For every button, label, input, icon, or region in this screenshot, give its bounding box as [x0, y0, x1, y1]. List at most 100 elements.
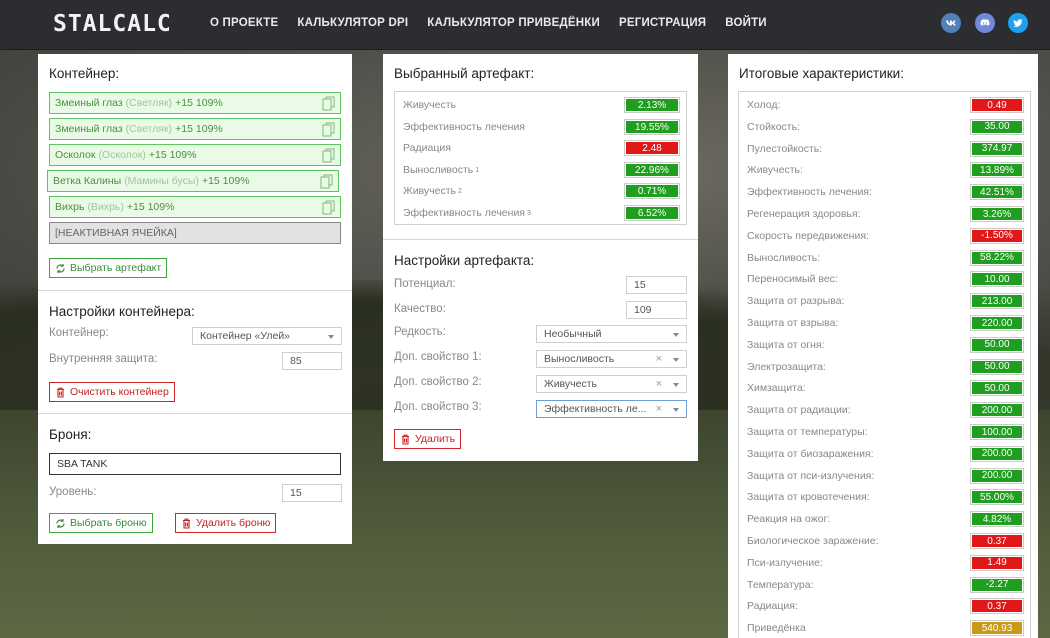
- nav-about[interactable]: О ПРОЕКТЕ: [210, 17, 278, 29]
- stat-value-badge: 6.52%: [624, 205, 680, 221]
- twitter-icon[interactable]: [1008, 13, 1028, 33]
- copy-icon[interactable]: [322, 200, 335, 215]
- nav-register[interactable]: РЕГИСТРАЦИЯ: [619, 17, 706, 29]
- totals-stat-row: Биологическое заражение:: [747, 533, 879, 549]
- stat-value-badge: 58.22%: [970, 249, 1024, 266]
- extra-prop-1-select[interactable]: Выносливость ×: [536, 350, 687, 368]
- stat-label: Защита от огня:: [747, 338, 825, 351]
- stat-value-badge: 200.00: [970, 402, 1024, 419]
- totals-stat-row: Электрозащита:: [747, 359, 826, 375]
- stat-label: Холод:: [747, 99, 781, 111]
- extra-prop-1-label: Доп. свойство 1:: [394, 351, 482, 363]
- armor-title: Броня:: [49, 427, 92, 442]
- container-slot-1[interactable]: Змеиный глаз (Светляк) +15 109%: [49, 92, 341, 114]
- stat-value-badge: -1.50%: [970, 227, 1024, 244]
- discord-icon[interactable]: [975, 13, 995, 33]
- site-logo[interactable]: STALCALC: [53, 11, 172, 37]
- container-slot-2[interactable]: Змеиный глаз (Светляк) +15 109%: [49, 118, 341, 140]
- stat-label: Защита от взрыва:: [747, 317, 839, 329]
- inner-protection-input[interactable]: 85: [282, 352, 342, 370]
- stat-value-badge: 220.00: [970, 315, 1024, 331]
- clear-icon[interactable]: ×: [656, 353, 662, 365]
- totals-stat-row: Переносимый вес:: [747, 271, 838, 287]
- select-artifact-label: Выбрать артефакт: [70, 262, 162, 274]
- totals-stat-row: Защита от разрыва:: [747, 293, 844, 309]
- stat-label: Приведёнка: [747, 622, 806, 635]
- inner-protection-label: Внутренняя защита:: [49, 353, 158, 365]
- slot-name: Вихрь: [55, 201, 85, 213]
- nav-login[interactable]: ВОЙТИ: [725, 17, 767, 29]
- totals-stat-row: Реакция на ожог:: [747, 511, 830, 527]
- container-slot-5[interactable]: Вихрь (Вихрь) +15 109%: [49, 196, 341, 218]
- nav-reduced-calculator[interactable]: КАЛЬКУЛЯТОР ПРИВЕДЁНКИ: [427, 17, 600, 29]
- refresh-icon: [56, 518, 65, 528]
- stat-label: Живучесть: [403, 185, 456, 197]
- copy-icon[interactable]: [322, 148, 335, 163]
- select-armor-button[interactable]: Выбрать броню: [49, 513, 153, 533]
- extra-prop-1-value: Выносливость: [544, 353, 615, 365]
- trash-icon: [57, 387, 64, 398]
- stat-value-badge: 19.55%: [624, 119, 680, 135]
- vk-icon[interactable]: [941, 13, 961, 33]
- quality-input[interactable]: 109: [626, 301, 687, 319]
- slot-subname: (Вихрь): [87, 201, 124, 213]
- stat-value-badge: 35.00: [970, 118, 1024, 135]
- clear-container-button[interactable]: Очистить контейнер: [49, 382, 175, 402]
- slot-subname: (Светляк): [125, 123, 173, 135]
- quality-label: Качество:: [394, 303, 446, 315]
- selected-artifact-title: Выбранный артефакт:: [394, 66, 535, 81]
- potential-input[interactable]: 15: [626, 276, 687, 294]
- container-slot-3[interactable]: Осколок (Осколок) +15 109%: [49, 144, 341, 166]
- totals-stat-row: Живучесть:: [747, 162, 803, 178]
- delete-armor-button[interactable]: Удалить броню: [175, 513, 277, 533]
- stat-value-badge: 13.89%: [970, 162, 1024, 179]
- clear-icon[interactable]: ×: [656, 378, 662, 390]
- stat-label: Защита от разрыва:: [747, 295, 845, 308]
- slot-level: +15 109%: [148, 149, 197, 161]
- potential-value: 15: [634, 279, 646, 291]
- extra-prop-2-select[interactable]: Живучесть ×: [536, 375, 687, 393]
- totals-stat-row: Химзащита:: [747, 380, 806, 396]
- rarity-value: Необычный: [544, 328, 602, 340]
- chevron-down-icon: [673, 333, 679, 337]
- totals-stat-row: Защита от кровотечения:: [747, 489, 870, 505]
- rarity-select[interactable]: Необычный: [536, 325, 687, 343]
- container-type-select[interactable]: Контейнер «Улей»: [192, 327, 342, 345]
- copy-icon[interactable]: [322, 96, 335, 111]
- stat-label: Реакция на ожог:: [747, 513, 831, 526]
- stat-label: Живучесть: [403, 99, 456, 111]
- stat-value-badge: 0.71%: [624, 183, 680, 199]
- stat-value-badge: 10.00: [970, 271, 1024, 288]
- stat-value-badge: 0.37: [970, 533, 1024, 549]
- stat-value-badge: 213.00: [970, 293, 1024, 310]
- artifact-stat-row: Радиация: [403, 140, 451, 156]
- totals-stat-row: Защита от температуры:: [747, 424, 868, 440]
- container-slot-inactive[interactable]: [НЕАКТИВНАЯ ЯЧЕЙКА]: [49, 222, 341, 244]
- select-artifact-button[interactable]: Выбрать артефакт: [49, 258, 168, 278]
- armor-level-input[interactable]: 15: [282, 484, 342, 502]
- artifact-stat-row: Живучесть 2: [403, 183, 462, 199]
- trash-icon: [183, 518, 190, 529]
- armor-name-field[interactable]: SBA TANK: [49, 453, 341, 475]
- totals-stat-row: Защита от огня:: [747, 337, 825, 353]
- slot-level: +15 109%: [175, 123, 223, 135]
- container-settings-title: Настройки контейнера:: [49, 304, 195, 319]
- clear-icon[interactable]: ×: [656, 403, 662, 415]
- stat-value-badge: -2.27: [970, 576, 1024, 593]
- copy-icon[interactable]: [320, 174, 333, 189]
- delete-artifact-button[interactable]: Удалить: [394, 429, 462, 449]
- extra-prop-3-value: Эффективность ле...: [544, 403, 647, 415]
- copy-icon[interactable]: [322, 122, 335, 137]
- top-navbar: STALCALC О ПРОЕКТЕ КАЛЬКУЛЯТОР DPI КАЛЬК…: [0, 0, 1050, 50]
- section-divider: [383, 239, 698, 240]
- extra-prop-3-select[interactable]: Эффективность ле... ×: [536, 400, 687, 418]
- stat-label: Защита от пси-излучения:: [747, 469, 875, 482]
- stat-value-badge: 50.00: [970, 336, 1024, 353]
- stat-value-badge: 2.48: [624, 140, 680, 156]
- stat-superscript: 3: [527, 209, 531, 217]
- nav-dpi-calculator[interactable]: КАЛЬКУЛЯТОР DPI: [297, 17, 408, 29]
- slot-level: +15 109%: [201, 175, 250, 187]
- totals-stat-row: Эффективность лечения:: [747, 184, 872, 200]
- container-slot-4[interactable]: Ветка Калины (Мамины бусы) +15 109%: [47, 170, 339, 192]
- totals-stat-row: Выносливость:: [747, 250, 820, 266]
